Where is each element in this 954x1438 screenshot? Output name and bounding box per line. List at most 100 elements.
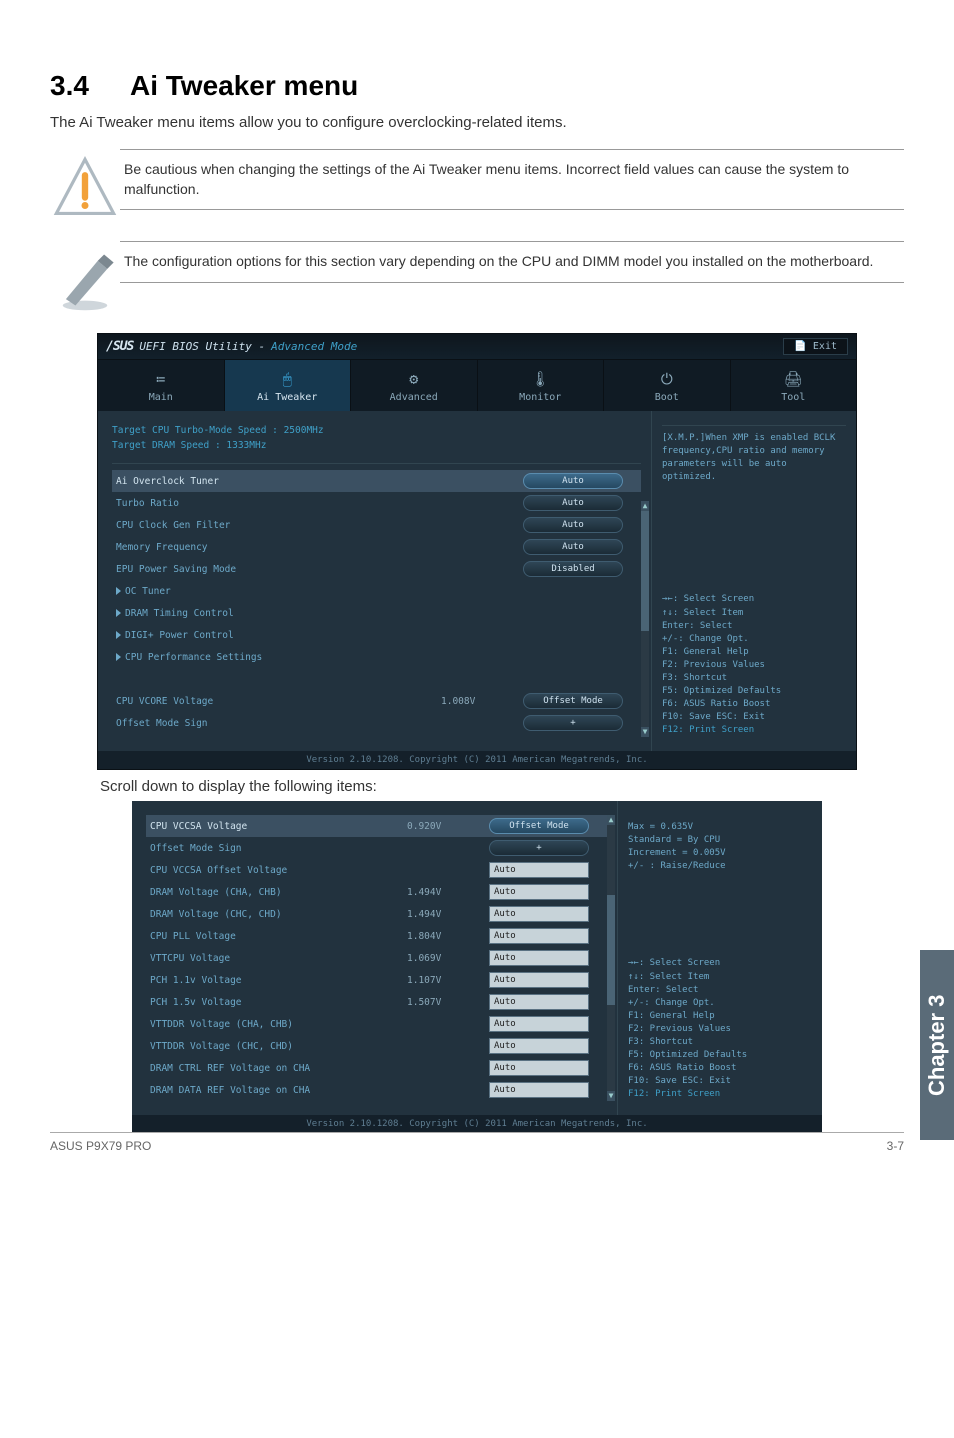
setting-dropdown[interactable]: Auto xyxy=(523,473,623,489)
tab-tool[interactable]: 🖨Tool xyxy=(731,360,857,411)
setting-input[interactable]: Auto xyxy=(489,906,589,922)
scroll-down-icon[interactable]: ▼ xyxy=(607,1091,615,1101)
setting-row[interactable]: Offset Mode Sign+ xyxy=(146,837,607,859)
setting-input[interactable]: Auto xyxy=(489,1082,589,1098)
setting-label: DIGI+ Power Control xyxy=(112,630,441,641)
settings-scrollbar-2[interactable]: ▲ ▼ xyxy=(607,815,615,1101)
setting-input[interactable]: Auto xyxy=(489,972,589,988)
setting-row[interactable]: CPU PLL Voltage1.804VAuto xyxy=(146,925,607,947)
scroll-thumb[interactable] xyxy=(641,511,649,631)
setting-input[interactable]: Auto xyxy=(489,884,589,900)
caution-text: Be cautious when changing the settings o… xyxy=(120,149,904,210)
setting-row[interactable]: CPU VCCSA Offset Voltage Auto xyxy=(146,859,607,881)
setting-value-cell: Offset Mode xyxy=(477,818,607,834)
settings-scrollbar[interactable]: ▲ ▼ xyxy=(641,501,649,737)
chevron-right-icon xyxy=(116,653,121,661)
tab-boot[interactable]: ⏻ Boot xyxy=(604,360,731,411)
chapter-side-tab: Chapter 3 xyxy=(920,950,954,1140)
setting-current-value: 1.494V xyxy=(407,909,477,920)
setting-row[interactable]: VTTCPU Voltage1.069VAuto xyxy=(146,947,607,969)
scroll-down-icon[interactable]: ▼ xyxy=(641,727,649,737)
setting-row[interactable]: OC Tuner xyxy=(112,580,641,602)
setting-row[interactable]: DRAM DATA REF Voltage on CHAAuto xyxy=(146,1079,607,1101)
setting-row[interactable]: CPU VCCSA Voltage0.920VOffset Mode xyxy=(146,815,607,837)
setting-label: Offset Mode Sign xyxy=(112,718,441,729)
setting-row xyxy=(112,668,641,690)
setting-row[interactable]: CPU Performance Settings xyxy=(112,646,641,668)
setting-input[interactable]: Auto xyxy=(489,994,589,1010)
setting-row[interactable]: CPU Clock Gen Filter Auto xyxy=(112,514,641,536)
setting-input[interactable]: Auto xyxy=(489,950,589,966)
setting-row[interactable]: DRAM CTRL REF Voltage on CHAAuto xyxy=(146,1057,607,1079)
setting-row[interactable]: EPU Power Saving Mode Disabled xyxy=(112,558,641,580)
setting-label: DRAM Timing Control xyxy=(112,608,441,619)
asus-logo: /SUS xyxy=(106,339,133,354)
setting-value-cell: Disabled xyxy=(511,561,641,577)
setting-value-cell: + xyxy=(477,840,607,856)
setting-dropdown[interactable]: Auto xyxy=(523,539,623,555)
setting-row[interactable]: DRAM Voltage (CHC, CHD)1.494VAuto xyxy=(146,903,607,925)
keys-text: →←: Select Screen ↑↓: Select Item Enter:… xyxy=(628,958,747,1085)
section-title-text: Ai Tweaker menu xyxy=(130,70,358,101)
setting-row[interactable]: DRAM Voltage (CHA, CHB)1.494VAuto xyxy=(146,881,607,903)
tab-ai-tweaker[interactable]: 🖱Ai Tweaker xyxy=(225,360,352,411)
setting-value-cell: Auto xyxy=(477,950,607,966)
caution-icon xyxy=(50,149,120,223)
scroll-thumb[interactable] xyxy=(607,895,615,1005)
setting-input[interactable]: Auto xyxy=(489,1016,589,1032)
tab-main[interactable]: ≔Main xyxy=(98,360,225,411)
power-icon: ⏻ xyxy=(608,370,726,388)
setting-value-cell: Auto xyxy=(511,517,641,533)
setting-value-cell: Auto xyxy=(511,495,641,511)
setting-row[interactable]: Ai Overclock TunerAuto xyxy=(112,470,641,492)
setting-dropdown[interactable]: Offset Mode xyxy=(489,818,589,834)
tab-advanced[interactable]: ⚙Advanced xyxy=(351,360,478,411)
setting-input[interactable]: Auto xyxy=(489,928,589,944)
setting-label: EPU Power Saving Mode xyxy=(112,564,441,575)
setting-dropdown[interactable]: Auto xyxy=(523,517,623,533)
setting-row[interactable]: VTTDDR Voltage (CHA, CHB)Auto xyxy=(146,1013,607,1035)
setting-input[interactable]: Auto xyxy=(489,1060,589,1076)
pen-icon xyxy=(50,241,120,315)
setting-row[interactable]: DIGI+ Power Control xyxy=(112,624,641,646)
setting-value-cell: Auto xyxy=(511,539,641,555)
tab-label: Boot xyxy=(655,392,679,403)
setting-input[interactable]: Auto xyxy=(489,1038,589,1054)
scroll-up-icon[interactable]: ▲ xyxy=(641,501,649,511)
chevron-right-icon xyxy=(116,631,121,639)
bios-copyright-2: Version 2.10.1208. Copyright (C) 2011 Am… xyxy=(132,1115,822,1133)
setting-row[interactable]: VTTDDR Voltage (CHC, CHD)Auto xyxy=(146,1035,607,1057)
setting-label: CPU VCCSA Offset Voltage xyxy=(146,865,407,876)
setting-dropdown[interactable]: + xyxy=(489,840,589,856)
setting-row[interactable]: Memory FrequencyAuto xyxy=(112,536,641,558)
setting-row[interactable]: PCH 1.5v Voltage1.507VAuto xyxy=(146,991,607,1013)
info-text: The configuration options for this secti… xyxy=(120,241,904,283)
help-text-2: Max = 0.635V Standard = By CPU Increment… xyxy=(628,815,812,873)
setting-row[interactable]: Turbo RatioAuto xyxy=(112,492,641,514)
setting-dropdown[interactable]: + xyxy=(523,715,623,731)
setting-current-value: 1.008V xyxy=(441,696,511,707)
bios-title-mode: Advanced Mode xyxy=(271,340,357,353)
setting-value-cell: Auto xyxy=(477,1038,607,1054)
setting-dropdown[interactable]: Disabled xyxy=(523,561,623,577)
bios-scrolled-window: CPU VCCSA Voltage0.920VOffset ModeOffset… xyxy=(132,801,822,1133)
setting-row[interactable]: DRAM Timing Control xyxy=(112,602,641,624)
chevron-right-icon xyxy=(116,609,121,617)
setting-current-value: 0.920V xyxy=(407,821,477,832)
gear-icon: ⚙ xyxy=(355,370,473,388)
setting-label: CPU Clock Gen Filter xyxy=(112,520,441,531)
setting-dropdown[interactable]: Auto xyxy=(523,495,623,511)
setting-row[interactable]: CPU VCORE Voltage1.008VOffset Mode xyxy=(112,690,641,712)
setting-dropdown[interactable]: Offset Mode xyxy=(523,693,623,709)
scroll-up-icon[interactable]: ▲ xyxy=(607,815,615,825)
setting-input[interactable]: Auto xyxy=(489,862,589,878)
setting-label: PCH 1.1v Voltage xyxy=(146,975,407,986)
tab-monitor[interactable]: 🌡Monitor xyxy=(478,360,605,411)
exit-label: Exit xyxy=(813,341,837,352)
keys-last: F12: Print Screen xyxy=(628,1089,720,1099)
exit-button[interactable]: 📄 Exit xyxy=(783,338,848,355)
setting-row[interactable]: Offset Mode Sign + xyxy=(112,712,641,734)
scroll-note: Scroll down to display the following ite… xyxy=(100,778,904,795)
bios-window: /SUS UEFI BIOS Utility - Advanced Mode 📄… xyxy=(97,333,857,770)
setting-row[interactable]: PCH 1.1v Voltage1.107VAuto xyxy=(146,969,607,991)
